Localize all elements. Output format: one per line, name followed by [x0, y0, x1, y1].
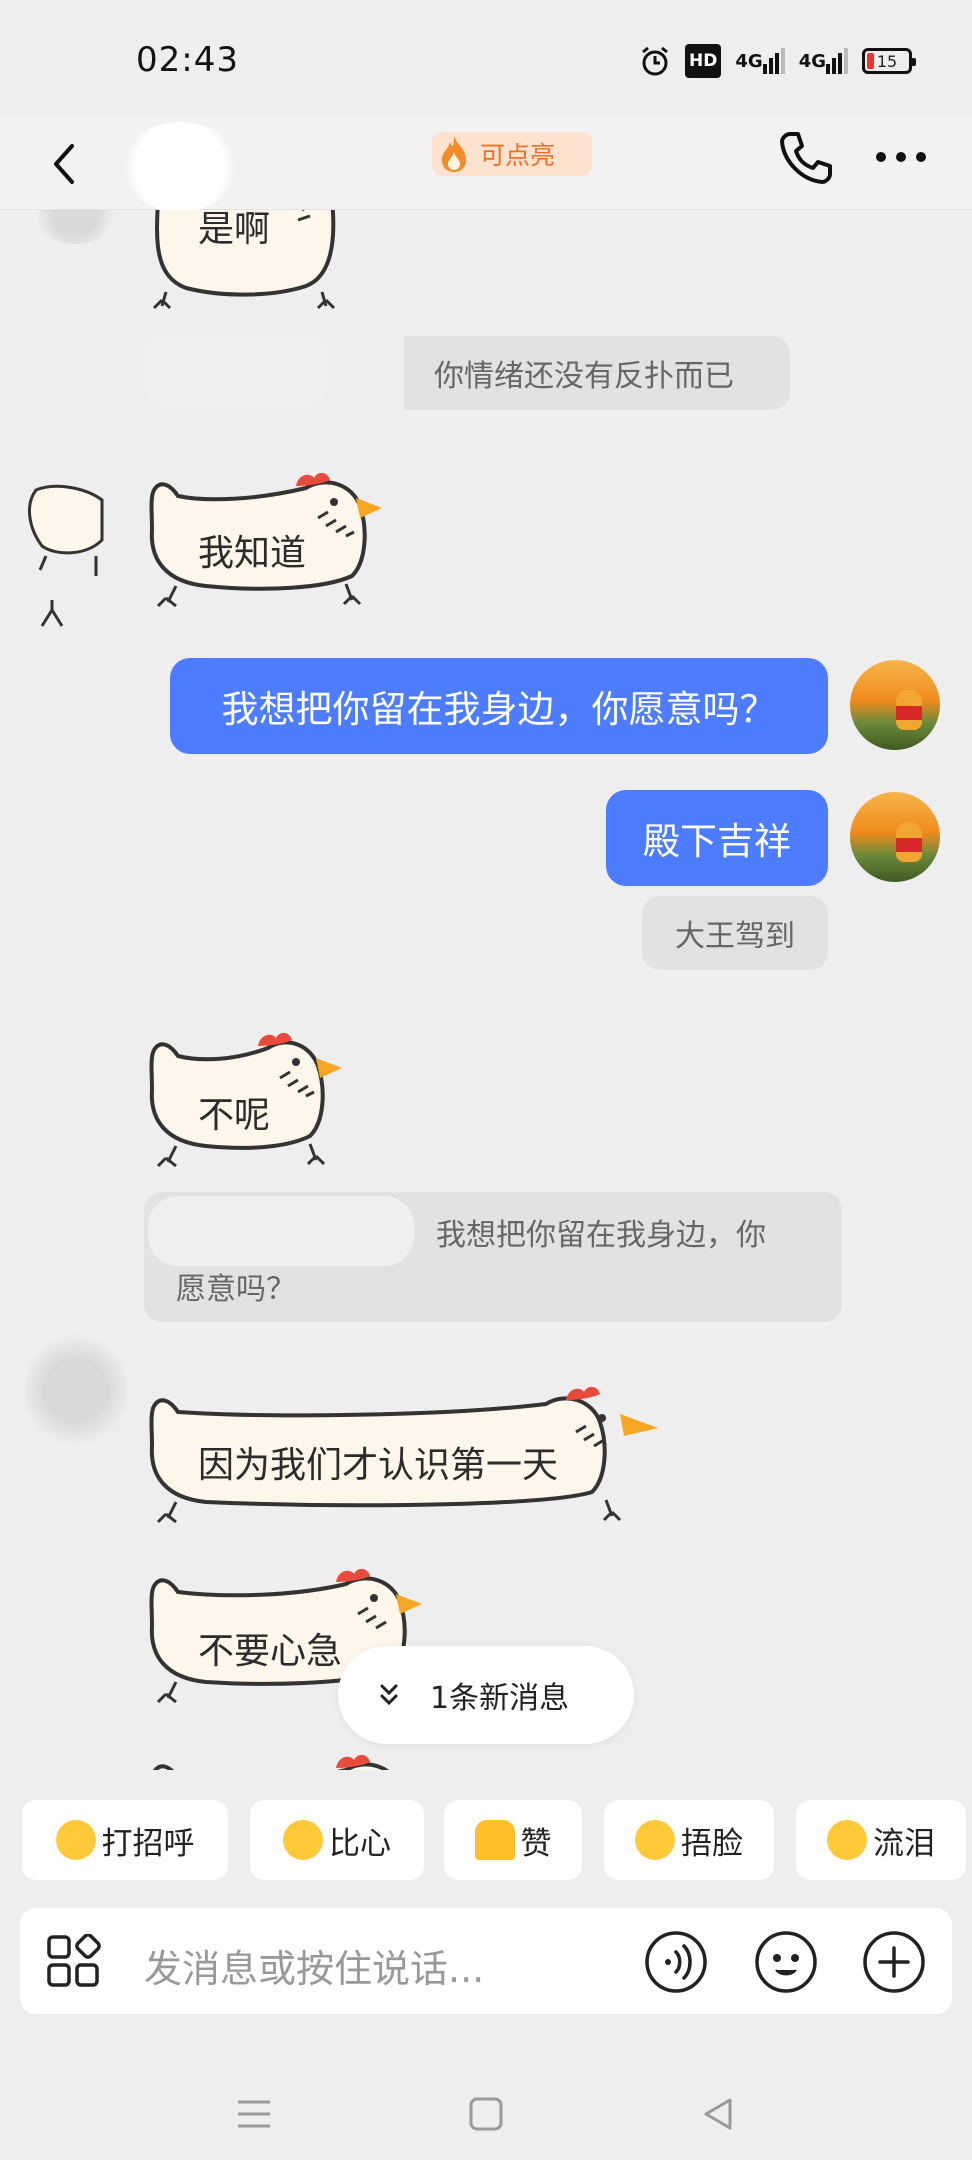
status-bar: 02:43 HD 4G 4G 15 [0, 0, 972, 118]
my-text-message[interactable]: 殿下吉祥 [606, 790, 828, 886]
apps-icon[interactable] [46, 1934, 102, 1990]
peer-message-avatar[interactable] [26, 1330, 126, 1450]
signal-icon: 4G [735, 44, 785, 78]
quick-reply-thumbs-up[interactable]: 赞 [444, 1800, 582, 1880]
sticker-text: 因为我们才认识第一天 [198, 1445, 559, 1486]
battery-level: 15 [876, 51, 898, 71]
my-avatar[interactable] [850, 660, 940, 750]
heart-hands-emoji-icon [283, 1820, 323, 1860]
quote-message[interactable]: 你情绪还没有反扑而已 [404, 336, 790, 410]
sticker-message[interactable]: 不呢 [146, 1016, 346, 1176]
chat-header: 可点亮 [0, 118, 972, 212]
peer-avatar[interactable] [120, 122, 240, 212]
sticker-text: 不要心急 [198, 1631, 343, 1672]
message-list[interactable]: 是啊 你情绪还没有反扑而已 我知道 我想把你留在我身边，你愿意吗？ 殿下吉祥 大… [0, 210, 972, 1770]
signal-label-2: 4G [798, 50, 826, 72]
peer-message-avatar[interactable] [30, 210, 120, 244]
back-nav-icon[interactable] [700, 2096, 736, 2132]
quick-reply-bar: 打招呼 比心 赞 捂脸 流泪 [0, 1800, 972, 1882]
quick-reply-wave[interactable]: 打招呼 [22, 1800, 228, 1880]
peer-message-avatar[interactable] [16, 460, 126, 630]
quote-message[interactable]: 我想把你留在我身边，你 愿意吗？ [144, 1192, 842, 1322]
message-text: 殿下吉祥 [643, 820, 791, 863]
hd-icon: HD [685, 44, 722, 78]
status-icons: HD 4G 4G 15 [639, 44, 916, 78]
signal-label-1: 4G [735, 50, 763, 72]
quote-text: 你情绪还没有反扑而已 [434, 359, 734, 394]
battery-icon: 15 [862, 48, 916, 74]
sticker-text: 不呢 [198, 1095, 271, 1136]
spark-badge[interactable]: 可点亮 [432, 132, 592, 176]
message-input-bar: 发消息或按住说话... [20, 1908, 952, 2014]
crying-emoji-icon [827, 1820, 867, 1860]
flame-icon [442, 136, 466, 172]
sticker-text: 是啊 [198, 210, 271, 250]
quote-text: 大王驾到 [675, 919, 795, 954]
quote-text-line1: 我想把你留在我身边，你 [436, 1218, 766, 1253]
quote-blurred-avatar [148, 1196, 414, 1266]
quick-reply-label: 比心 [329, 1825, 391, 1862]
system-nav-bar [0, 2060, 972, 2160]
emoji-icon[interactable] [754, 1930, 818, 1994]
quote-text-line2: 愿意吗？ [176, 1272, 296, 1307]
badge-label: 可点亮 [480, 141, 556, 170]
new-messages-button[interactable]: 1条新消息 [338, 1646, 634, 1744]
quick-reply-facepalm[interactable]: 捂脸 [604, 1800, 774, 1880]
my-text-message[interactable]: 我想把你留在我身边，你愿意吗？ [170, 658, 828, 754]
quick-reply-crying[interactable]: 流泪 [796, 1800, 966, 1880]
plus-icon[interactable] [862, 1930, 926, 1994]
sticker-message[interactable]: 我知道 [146, 456, 386, 616]
voice-icon[interactable] [644, 1930, 708, 1994]
thumbs-up-emoji-icon [474, 1820, 515, 1860]
alarm-icon [642, 46, 668, 76]
quick-reply-heart-hands[interactable]: 比心 [250, 1800, 424, 1880]
phone-icon[interactable] [776, 128, 834, 188]
sticker-message[interactable]: 因为我们才认识第一天 [146, 1366, 662, 1532]
signal-icon-2: 4G [799, 44, 848, 78]
my-avatar[interactable] [850, 792, 940, 882]
new-messages-label: 1条新消息 [430, 1681, 570, 1716]
back-icon[interactable] [44, 140, 84, 188]
status-time: 02:43 [136, 40, 239, 80]
quick-reply-label: 打招呼 [101, 1825, 195, 1862]
double-chevron-down-icon [380, 1684, 398, 1706]
sticker-text: 我知道 [198, 533, 307, 574]
message-text: 我想把你留在我身边，你愿意吗？ [221, 688, 777, 731]
quote-blurred-avatar [144, 336, 328, 406]
more-icon[interactable] [876, 152, 926, 162]
sticker-message[interactable]: 是啊 [146, 210, 346, 316]
menu-icon[interactable] [236, 2096, 272, 2132]
quick-reply-label: 捂脸 [681, 1825, 743, 1862]
quick-reply-label: 赞 [520, 1825, 552, 1862]
home-icon[interactable] [468, 2096, 504, 2132]
facepalm-emoji-icon [635, 1820, 675, 1860]
message-input[interactable]: 发消息或按住说话... [144, 1938, 484, 1993]
quick-reply-label: 流泪 [873, 1825, 935, 1862]
wave-emoji-icon [55, 1820, 96, 1860]
quote-message[interactable]: 大王驾到 [642, 896, 828, 970]
